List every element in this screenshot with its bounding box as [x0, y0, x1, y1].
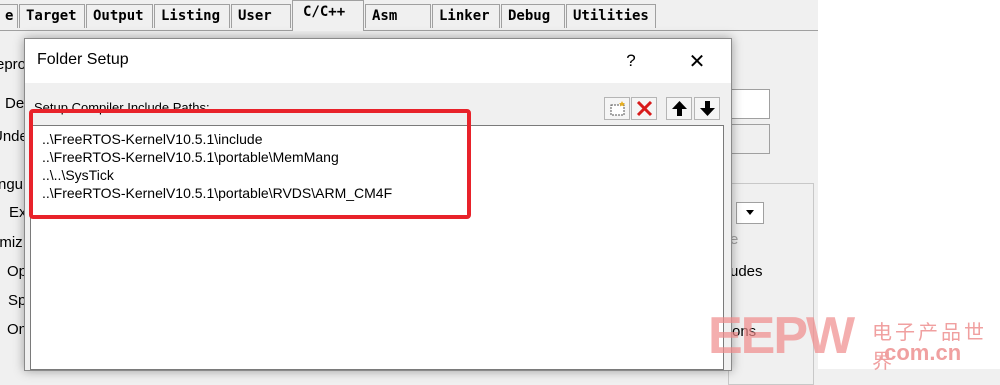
arrow-down-icon — [700, 101, 715, 116]
delete-path-button[interactable] — [631, 97, 657, 120]
new-folder-icon — [610, 101, 625, 116]
delete-icon — [636, 101, 653, 117]
bg-label-includes: udes — [730, 263, 763, 280]
tab-asm[interactable]: Asm — [365, 4, 431, 28]
tab-c-cpp[interactable]: C/C++ — [292, 0, 364, 31]
arrow-up-icon — [672, 101, 687, 116]
chevron-down-icon — [746, 210, 754, 215]
bg-dropdown[interactable] — [736, 202, 764, 224]
bg-define-field[interactable] — [728, 89, 770, 119]
move-down-button[interactable] — [694, 97, 720, 120]
watermark-url: .com.cn — [878, 340, 962, 365]
dialog-title: Folder Setup — [37, 51, 129, 68]
options-tab-bar: e Target Output Listing User C/C++ Asm L… — [0, 0, 818, 31]
bg-undefine-field[interactable] — [728, 124, 770, 154]
tab-listing[interactable]: Listing — [154, 4, 230, 28]
tab-user[interactable]: User — [231, 4, 291, 28]
dialog-titlebar[interactable]: Folder Setup ? ✕ — [25, 39, 731, 83]
tab-target[interactable]: Target — [19, 4, 85, 28]
tab-debug[interactable]: Debug — [501, 4, 565, 28]
highlight-box — [29, 109, 471, 219]
bg-label-optimization: imiz — [0, 234, 23, 251]
close-button[interactable]: ✕ — [679, 45, 715, 77]
tab-utilities[interactable]: Utilities — [566, 4, 656, 28]
help-button[interactable]: ? — [615, 45, 647, 77]
tab-device[interactable]: e — [0, 4, 18, 28]
tab-linker[interactable]: Linker — [432, 4, 500, 28]
bg-label-language: ngu — [0, 176, 24, 193]
tab-output[interactable]: Output — [86, 4, 153, 28]
watermark-logo: EEPW — [708, 307, 855, 365]
bg-label-preprocessor: epro — [0, 56, 27, 73]
move-up-button[interactable] — [666, 97, 692, 120]
new-path-button[interactable] — [604, 97, 630, 120]
